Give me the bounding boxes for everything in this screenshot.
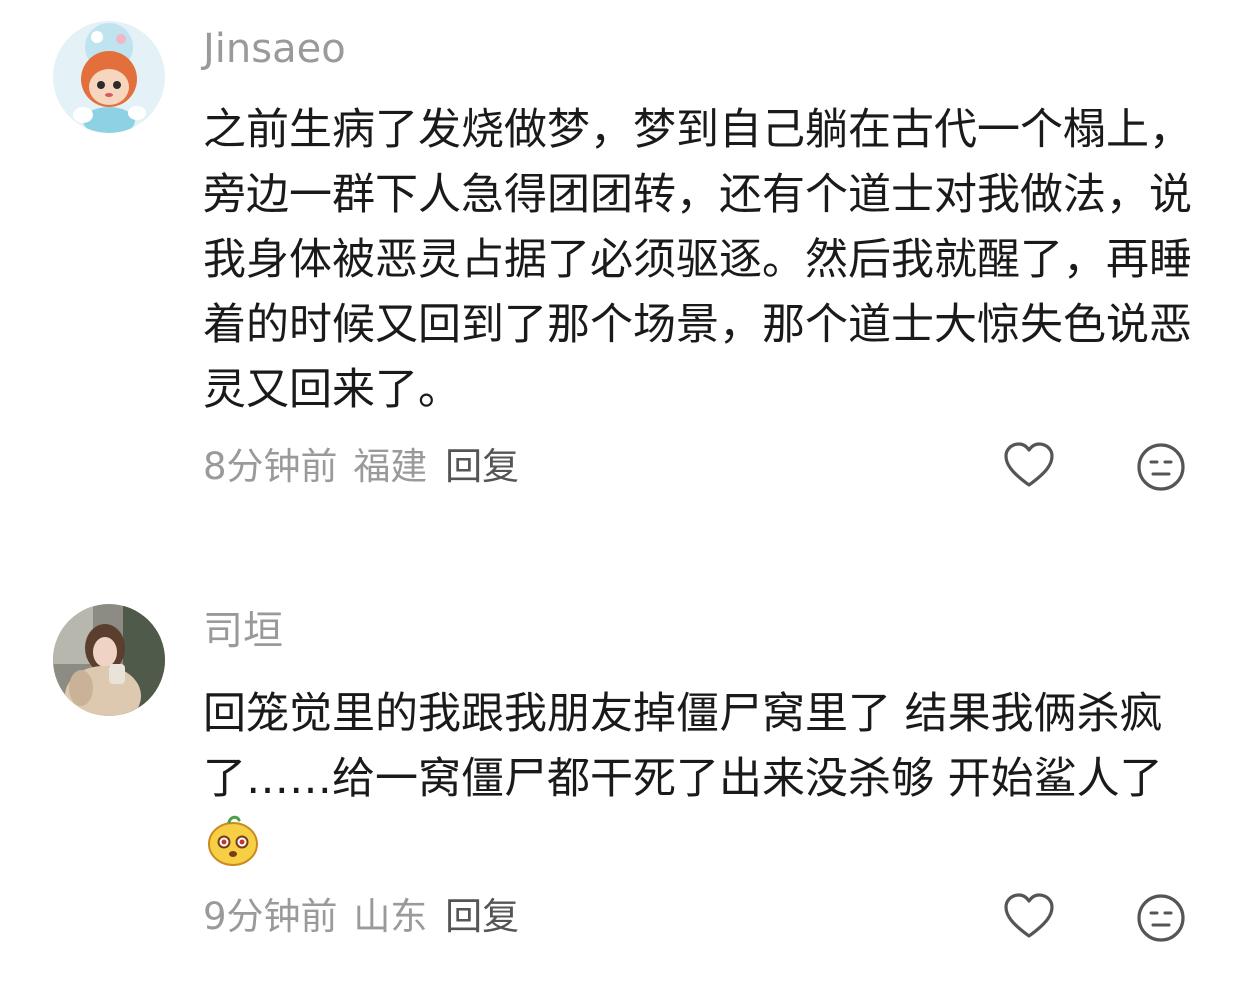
like-button[interactable]	[1002, 891, 1056, 945]
comment-time: 9分钟前	[203, 895, 338, 938]
avatar-image	[53, 604, 165, 716]
neutral-face-icon	[1137, 894, 1185, 942]
reply-button[interactable]: 回复	[445, 445, 519, 488]
comment-meta: 8分钟前 福建 回复	[203, 442, 519, 492]
comment-text-content: 回笼觉里的我跟我朋友掉僵尸窝里了 结果我俩杀疯了……给一窝僵尸都干死了出来没杀够…	[203, 689, 1163, 804]
avatar[interactable]	[53, 21, 165, 133]
reply-button[interactable]: 回复	[445, 895, 519, 938]
username[interactable]: Jinsaeo	[203, 24, 346, 74]
heart-outline-icon	[1004, 893, 1054, 938]
avatar[interactable]	[53, 604, 165, 716]
avatar-image	[53, 21, 165, 133]
comment-time: 8分钟前	[203, 445, 338, 488]
dislike-button[interactable]	[1134, 891, 1188, 945]
comment-text: 之前生病了发烧做梦，梦到自己躺在古代一个榻上，旁边一群下人急得团团转，还有个道士…	[203, 105, 1192, 415]
dislike-button[interactable]	[1134, 440, 1188, 494]
comment-location: 山东	[353, 895, 428, 938]
username[interactable]: 司垣	[203, 606, 283, 656]
like-button[interactable]	[1002, 440, 1056, 494]
heart-outline-icon	[1004, 442, 1054, 487]
cute-face-emoji-icon	[205, 812, 261, 868]
comment-meta: 9分钟前 山东 回复	[203, 892, 519, 942]
neutral-face-icon	[1137, 443, 1185, 491]
comment-location: 福建	[353, 445, 428, 488]
comment-text: 回笼觉里的我跟我朋友掉僵尸窝里了 结果我俩杀疯了……给一窝僵尸都干死了出来没杀够…	[203, 682, 1193, 877]
